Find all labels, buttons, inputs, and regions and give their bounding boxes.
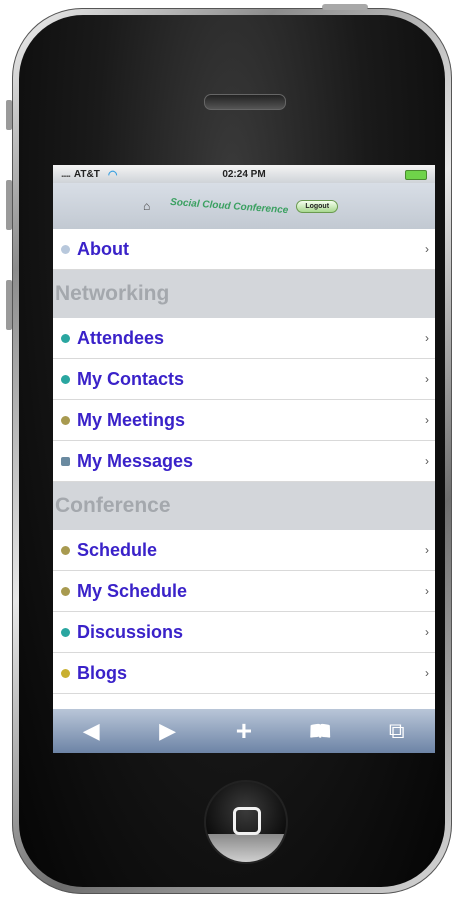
contacts-icon [61, 374, 70, 384]
logout-button[interactable]: Logout [296, 199, 339, 213]
menu-item-label: My Messages [77, 450, 194, 471]
section-header-networking: Networking [53, 270, 435, 318]
globe-icon [61, 244, 70, 254]
home-button-shine [206, 834, 286, 862]
menu-item-label: Attendees [77, 327, 165, 348]
meetings-icon [61, 415, 70, 425]
add-icon[interactable]: + [224, 715, 264, 747]
forward-icon[interactable]: ▶ [148, 718, 188, 744]
earpiece-speaker [204, 94, 286, 110]
chevron-right-icon: › [425, 584, 429, 598]
menu-item-discussions[interactable]: Discussions › [53, 612, 435, 653]
chevron-right-icon: › [425, 543, 429, 557]
schedule-icon [61, 545, 70, 555]
menu-item-my-meetings[interactable]: My Meetings › [53, 400, 435, 441]
chevron-right-icon: › [425, 454, 429, 468]
volume-up-button[interactable] [6, 180, 12, 230]
battery-icon [405, 170, 427, 180]
chevron-right-icon: › [425, 625, 429, 639]
menu-item-label: My Contacts [77, 368, 185, 389]
header-bar: ⌂ Social Cloud Conference Logout [53, 183, 435, 229]
bookmarks-icon[interactable]: 📖 [300, 721, 340, 742]
screen: ..... AT&T ◠ 02:24 PM ⌂ Social Cloud Con… [53, 165, 435, 753]
discussions-icon [61, 627, 70, 637]
section-header-conference: Conference [53, 482, 435, 530]
clock: 02:24 PM [222, 168, 266, 180]
menu-item-label: Blogs [77, 662, 128, 683]
browser-toolbar: ◀ ▶ + 📖 ⧉ [53, 709, 435, 753]
menu-item-blogs[interactable]: Blogs › [53, 653, 435, 694]
home-button[interactable] [204, 780, 288, 864]
volume-down-button[interactable] [6, 280, 12, 330]
blogs-icon [61, 668, 70, 678]
my-schedule-icon [61, 586, 70, 596]
menu-item-my-contacts[interactable]: My Contacts › [53, 359, 435, 400]
menu-item-label: Discussions [77, 621, 184, 642]
menu-item-my-schedule[interactable]: My Schedule › [53, 571, 435, 612]
home-icon[interactable]: ⌂ [143, 199, 150, 213]
chevron-right-icon: › [425, 413, 429, 427]
chevron-right-icon: › [425, 242, 429, 256]
sleep-button[interactable] [322, 4, 368, 10]
people-icon [61, 333, 70, 343]
menu-item-schedule[interactable]: Schedule › [53, 530, 435, 571]
chevron-right-icon: › [425, 372, 429, 386]
menu-item-my-messages[interactable]: My Messages › [53, 441, 435, 482]
menu-item-label: My Schedule [77, 580, 188, 601]
messages-icon [61, 456, 70, 466]
mute-switch[interactable] [6, 100, 12, 130]
menu-item-label: About [77, 238, 129, 259]
menu-item-about[interactable]: About › [53, 229, 435, 270]
menu-item-attendees[interactable]: Attendees › [53, 318, 435, 359]
conference-logo[interactable]: Social Cloud Conference [170, 196, 289, 215]
home-square-icon [233, 807, 261, 835]
menu-item-label: Schedule [77, 539, 158, 560]
pages-icon[interactable]: ⧉ [377, 718, 417, 744]
menu-item-label: My Meetings [77, 409, 186, 430]
chevron-right-icon: › [425, 331, 429, 345]
chevron-right-icon: › [425, 666, 429, 680]
status-bar: ..... AT&T ◠ 02:24 PM [53, 165, 435, 183]
back-icon[interactable]: ◀ [71, 718, 111, 744]
